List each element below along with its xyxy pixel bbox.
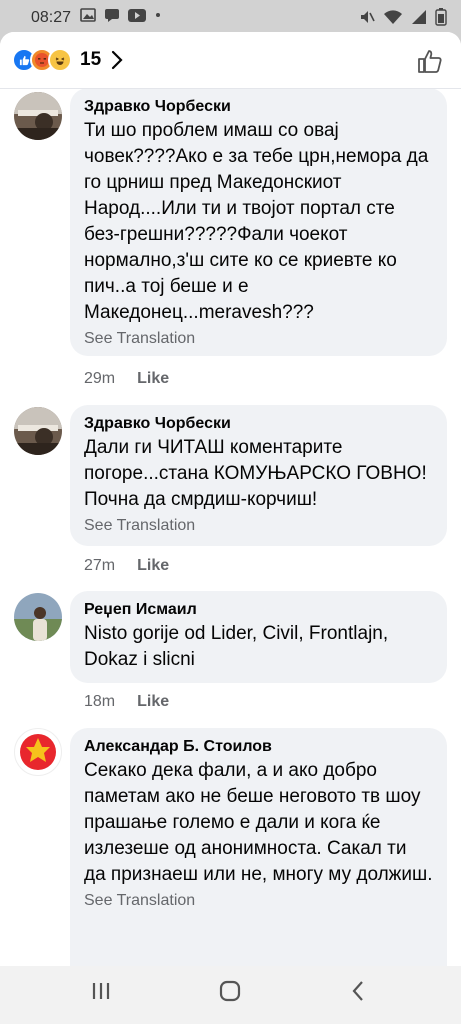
home-button[interactable] <box>219 980 241 1002</box>
comment-like-button[interactable]: Like <box>137 557 169 575</box>
avatar[interactable] <box>14 593 62 641</box>
status-bar: 08:27 <box>0 0 461 34</box>
reactions-header: 15 <box>0 32 461 89</box>
see-translation-link[interactable]: See Translation <box>84 892 433 910</box>
recent-apps-button[interactable] <box>90 980 112 1002</box>
wifi-icon <box>384 10 402 24</box>
haha-reaction-icon <box>48 48 72 72</box>
comment-bubble[interactable]: Александар Б. Стоилов Секако дека фали, … <box>70 728 447 966</box>
comment-bubble[interactable]: Реџеп Исмаил Nisto gorije od Lider, Civi… <box>70 591 447 683</box>
signal-icon <box>412 10 426 24</box>
comment-bubble[interactable]: Здравко Чорбески Ти шо проблем имаш со о… <box>70 88 447 356</box>
reaction-count: 15 <box>80 49 102 70</box>
youtube-icon <box>128 8 146 22</box>
chevron-right-icon <box>112 50 123 70</box>
comment-time: 18m <box>84 693 116 710</box>
avatar[interactable] <box>14 407 62 455</box>
comment-text: Ти шо проблем имаш со овај човек????Ако … <box>84 120 434 323</box>
comment-author[interactable]: Здравко Чорбески <box>84 415 433 433</box>
comment-like-button[interactable]: Like <box>137 693 169 711</box>
comment-author[interactable]: Александар Б. Стоилов <box>84 738 433 756</box>
see-translation-link[interactable]: See Translation <box>84 517 433 535</box>
comment-text: Nisto gorije od Lider, Civil, Frontlajn,… <box>84 623 394 670</box>
reactions-summary[interactable]: 15 <box>12 48 123 72</box>
comment-text: Секако дека фали, а и ако добро паметам … <box>84 760 433 885</box>
avatar[interactable] <box>14 92 62 140</box>
comments-sheet: 15 Здравко Чорбески Ти шо проблем имаш с… <box>0 32 461 966</box>
system-navigation-bar <box>0 966 461 1024</box>
notification-dot-icon <box>156 13 160 17</box>
comment-bubble[interactable]: Здравко Чорбески Дали ги ЧИТАШ коментари… <box>70 405 447 546</box>
comment-author[interactable]: Реџеп Исмаил <box>84 601 433 619</box>
status-time: 08:27 <box>31 9 72 26</box>
see-translation-link[interactable]: See Translation <box>84 330 433 348</box>
gallery-icon <box>80 8 96 22</box>
comment-actions: 29m Like <box>84 370 169 388</box>
comment-time: 27m <box>84 557 116 574</box>
avatar[interactable] <box>14 728 62 776</box>
comment-like-button[interactable]: Like <box>137 370 169 388</box>
battery-icon <box>435 8 447 26</box>
comment-actions: 27m Like <box>84 557 169 575</box>
message-icon <box>105 9 119 22</box>
comment-text: Дали ги ЧИТАШ коментарите погоре...стана… <box>84 437 427 510</box>
like-post-button[interactable] <box>417 48 443 74</box>
comment-author[interactable]: Здравко Чорбески <box>84 98 433 116</box>
comment-time: 29m <box>84 370 116 387</box>
back-button[interactable] <box>350 980 366 1002</box>
mute-icon <box>361 11 375 23</box>
comment-actions: 18m Like <box>84 693 169 711</box>
